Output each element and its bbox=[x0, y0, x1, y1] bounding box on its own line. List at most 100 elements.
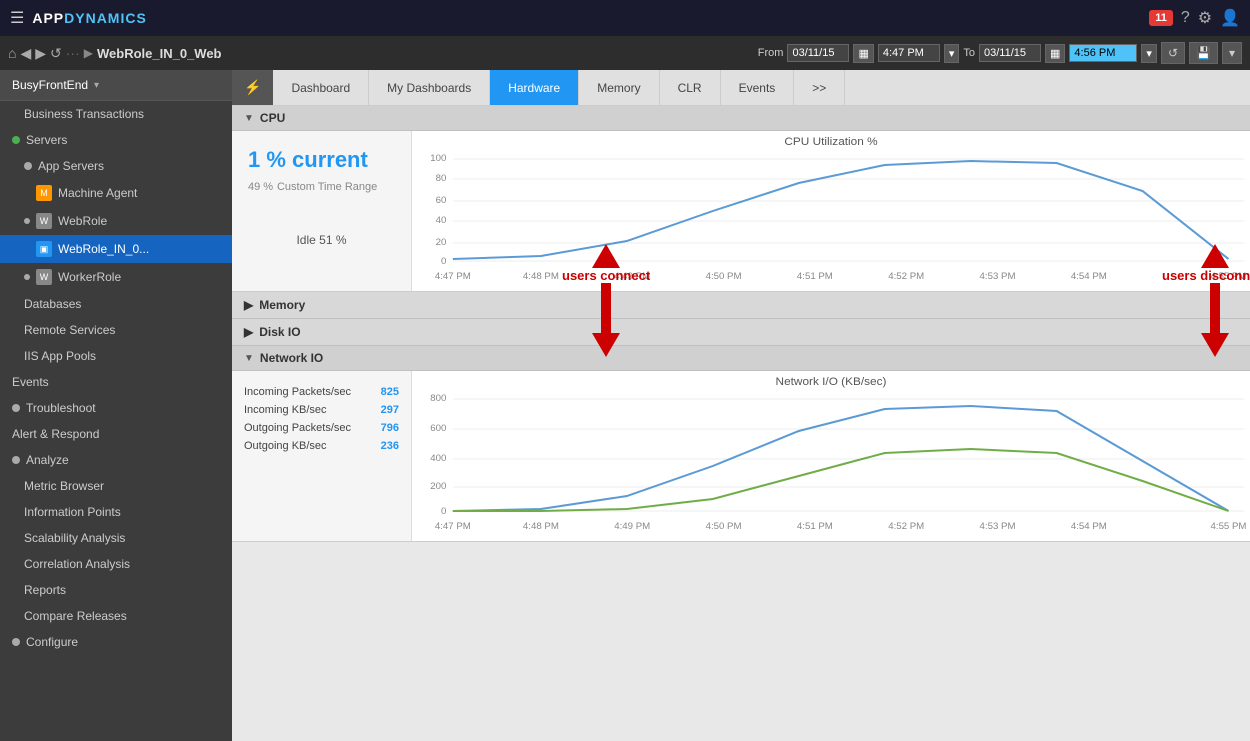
save-btn[interactable]: 💾 bbox=[1189, 42, 1218, 64]
svg-text:4:52 PM: 4:52 PM bbox=[888, 521, 924, 531]
stat-value: 236 bbox=[381, 440, 399, 452]
sidebar-item-configure[interactable]: Configure bbox=[0, 629, 232, 655]
sidebar-item-information-points[interactable]: Information Points bbox=[0, 499, 232, 525]
home-icon[interactable]: ⌂ bbox=[8, 45, 16, 61]
sidebar-item-correlation-analysis[interactable]: Correlation Analysis bbox=[0, 551, 232, 577]
from-date-input[interactable] bbox=[787, 44, 849, 62]
from-date-picker[interactable]: ▦ bbox=[853, 44, 873, 63]
svg-text:Network I/O (KB/sec): Network I/O (KB/sec) bbox=[776, 376, 887, 388]
from-time-input[interactable] bbox=[878, 44, 940, 62]
tab-more[interactable]: >> bbox=[794, 70, 845, 105]
to-date-input[interactable] bbox=[979, 44, 1041, 62]
memory-title: Memory bbox=[259, 298, 305, 312]
disk-io-section[interactable]: ▶ Disk IO bbox=[232, 319, 1250, 346]
to-label: To bbox=[963, 47, 975, 59]
sidebar-item-app-servers[interactable]: App Servers bbox=[0, 153, 232, 179]
content-wrapper: users connect users disconnect bbox=[232, 106, 1250, 542]
memory-toggle-icon: ▶ bbox=[244, 298, 253, 312]
sidebar-item-webrole[interactable]: W WebRole bbox=[0, 207, 232, 235]
svg-text:4:54 PM: 4:54 PM bbox=[1071, 521, 1107, 531]
svg-text:4:50 PM: 4:50 PM bbox=[706, 521, 742, 531]
svg-text:4:53 PM: 4:53 PM bbox=[980, 521, 1016, 531]
svg-text:4:52 PM: 4:52 PM bbox=[888, 271, 924, 281]
user-icon[interactable]: 👤 bbox=[1220, 8, 1240, 28]
sidebar-item-servers[interactable]: Servers bbox=[0, 127, 232, 153]
sidebar-item-reports[interactable]: Reports bbox=[0, 577, 232, 603]
tab-hardware[interactable]: Hardware bbox=[490, 70, 579, 105]
sidebar-item-analyze[interactable]: Analyze bbox=[0, 447, 232, 473]
sidebar-chevron-icon: ▾ bbox=[94, 80, 99, 91]
sidebar-item-iis-app-pools[interactable]: IIS App Pools bbox=[0, 343, 232, 369]
svg-text:80: 80 bbox=[436, 173, 447, 183]
sidebar-label: Configure bbox=[26, 635, 78, 649]
disk-io-toggle-icon: ▶ bbox=[244, 325, 253, 339]
to-date-picker[interactable]: ▦ bbox=[1045, 44, 1065, 63]
cpu-chart-title: CPU Utilization % bbox=[784, 136, 877, 148]
tab-dashboard[interactable]: Dashboard bbox=[273, 70, 369, 105]
stat-label: Incoming KB/sec bbox=[244, 404, 327, 416]
sidebar-item-compare-releases[interactable]: Compare Releases bbox=[0, 603, 232, 629]
from-time-picker[interactable]: ▾ bbox=[944, 44, 960, 63]
cpu-toggle-icon: ▼ bbox=[244, 113, 254, 124]
navbar: ⌂ ◀ ▶ ↺ ··· ▶ WebRole_IN_0_Web From ▦ ▾ … bbox=[0, 36, 1250, 70]
sidebar-item-databases[interactable]: Databases bbox=[0, 291, 232, 317]
sidebar-label: Databases bbox=[24, 297, 81, 311]
sidebar-item-troubleshoot[interactable]: Troubleshoot bbox=[0, 395, 232, 421]
sidebar-item-webrole-in0[interactable]: ▣ WebRole_IN_0... bbox=[0, 235, 232, 263]
forward-icon[interactable]: ▶ bbox=[35, 45, 46, 62]
svg-text:4:48 PM: 4:48 PM bbox=[523, 521, 559, 531]
network-section-header[interactable]: ▼ Network IO bbox=[232, 346, 1250, 371]
sidebar-item-scalability-analysis[interactable]: Scalability Analysis bbox=[0, 525, 232, 551]
sidebar-label: Troubleshoot bbox=[26, 401, 96, 415]
help-icon[interactable]: ? bbox=[1181, 9, 1190, 27]
hamburger-icon[interactable]: ☰ bbox=[10, 8, 24, 28]
cpu-section-header[interactable]: ▼ CPU bbox=[232, 106, 1250, 131]
refresh-icon[interactable]: ↺ bbox=[50, 45, 62, 62]
sidebar-item-metric-browser[interactable]: Metric Browser bbox=[0, 473, 232, 499]
topbar: ☰ APPDYNAMICS 11 ? ⚙ 👤 bbox=[0, 0, 1250, 36]
memory-section[interactable]: ▶ Memory bbox=[232, 292, 1250, 319]
servers-dot bbox=[12, 136, 20, 144]
notification-badge[interactable]: 11 bbox=[1149, 10, 1173, 26]
refresh-time-btn[interactable]: ↺ bbox=[1161, 42, 1185, 64]
sidebar-item-events[interactable]: Events bbox=[0, 369, 232, 395]
workerrole-dot bbox=[24, 274, 30, 280]
to-time-input[interactable] bbox=[1069, 44, 1137, 62]
network-section: ▼ Network IO Incoming Packets/sec 825 In… bbox=[232, 346, 1250, 542]
breadcrumb: WebRole_IN_0_Web bbox=[97, 46, 222, 61]
webrole-dot bbox=[24, 218, 30, 224]
sidebar-item-business-transactions[interactable]: Business Transactions bbox=[0, 101, 232, 127]
tab-lightning-icon[interactable]: ⚡ bbox=[232, 70, 273, 105]
tab-my-dashboards[interactable]: My Dashboards bbox=[369, 70, 490, 105]
cpu-content: 1 % current 49 % Custom Time Range Idle … bbox=[232, 131, 1250, 292]
more-icon[interactable]: ··· bbox=[66, 45, 80, 61]
sidebar-item-machine-agent[interactable]: M Machine Agent bbox=[0, 179, 232, 207]
cpu-chart: CPU Utilization % 100 80 60 40 20 0 bbox=[412, 131, 1250, 291]
to-time-picker[interactable]: ▾ bbox=[1141, 44, 1157, 63]
sidebar-item-workerrole[interactable]: W WorkerRole bbox=[0, 263, 232, 291]
tab-clr[interactable]: CLR bbox=[660, 70, 721, 105]
expand-btn[interactable]: ▾ bbox=[1222, 42, 1242, 64]
sidebar-item-alert-respond[interactable]: Alert & Respond bbox=[0, 421, 232, 447]
main-layout: BusyFrontEnd ▾ Business Transactions Ser… bbox=[0, 70, 1250, 741]
tab-events[interactable]: Events bbox=[721, 70, 795, 105]
sidebar-label: Events bbox=[12, 375, 49, 389]
stat-value: 297 bbox=[381, 404, 399, 416]
cpu-section: ▼ CPU 1 % current 49 % Custom Time Range… bbox=[232, 106, 1250, 292]
sidebar-app-header[interactable]: BusyFrontEnd ▾ bbox=[0, 70, 232, 101]
sidebar-label: WorkerRole bbox=[58, 270, 121, 284]
network-toggle-icon: ▼ bbox=[244, 353, 254, 364]
gear-icon[interactable]: ⚙ bbox=[1198, 8, 1212, 28]
sidebar-label: Analyze bbox=[26, 453, 69, 467]
time-range-group: From ▦ ▾ To ▦ ▾ ↺ 💾 ▾ bbox=[758, 42, 1242, 64]
sidebar-item-remote-services[interactable]: Remote Services bbox=[0, 317, 232, 343]
svg-text:4:51 PM: 4:51 PM bbox=[797, 271, 833, 281]
tab-memory[interactable]: Memory bbox=[579, 70, 659, 105]
sidebar-label: IIS App Pools bbox=[24, 349, 96, 363]
svg-text:20: 20 bbox=[436, 237, 447, 247]
network-chart: Network I/O (KB/sec) 800 600 400 200 0 bbox=[412, 371, 1250, 541]
app-logo: APPDYNAMICS bbox=[32, 10, 146, 26]
back-icon[interactable]: ◀ bbox=[20, 45, 31, 62]
svg-text:600: 600 bbox=[430, 423, 446, 433]
cpu-idle-label: Idle 51 % bbox=[248, 233, 395, 247]
